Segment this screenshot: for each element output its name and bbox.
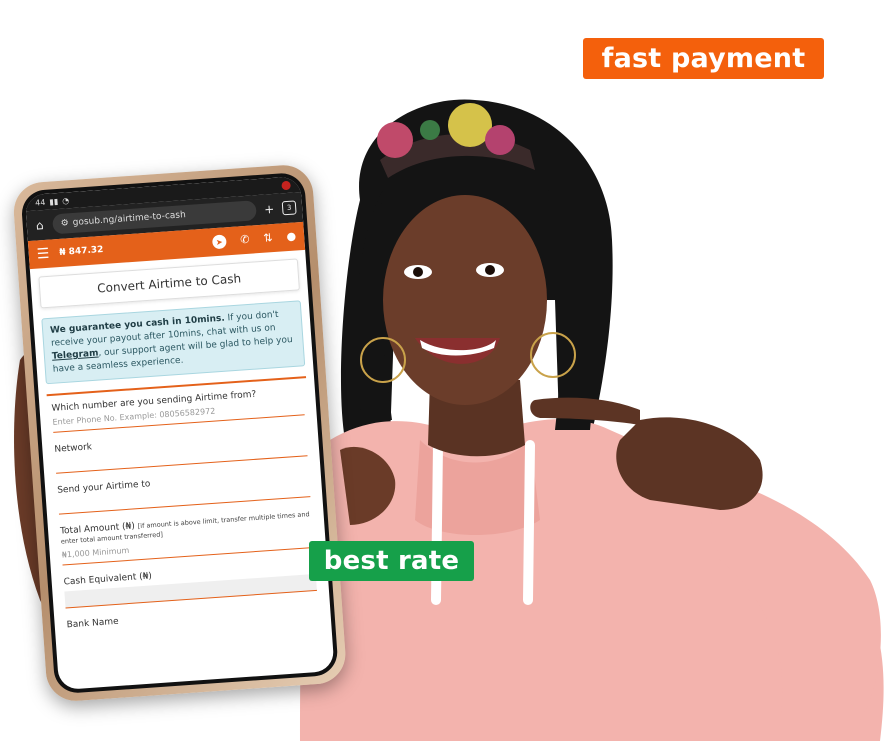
transfer-icon[interactable]: ⇅ [263,231,273,246]
camera-dot [281,180,291,190]
phone-call-icon[interactable]: ✆ [240,233,250,248]
home-icon[interactable]: ⌂ [32,218,47,233]
status-time: 44 [34,197,46,208]
send-to-field: Send your Airtime to [57,468,311,515]
wallet-balance: ₦ 847.32 [58,244,104,259]
page-title: Convert Airtime to Cash [38,258,300,309]
phone-frame: 44 ▮▮ ◔ ⌂ ⚙ gosub.ng/airtime-to-cash + 3 [11,163,348,703]
airtime-form: Which number are you sending Airtime fro… [46,376,323,631]
best-rate-badge: best rate [309,541,474,581]
phone-mockup: 44 ▮▮ ◔ ⌂ ⚙ gosub.ng/airtime-to-cash + 3 [11,161,378,715]
guarantee-notice: We guarantee you cash in 10mins. If you … [41,300,306,385]
network-field: Network [54,427,308,474]
user-icon[interactable]: ● [286,229,297,244]
phone-screen: 44 ▮▮ ◔ ⌂ ⚙ gosub.ng/airtime-to-cash + 3 [24,176,335,691]
hero-scene: fast payment 44 ▮▮ ◔ ⌂ ⚙ gosub.ng/airtim… [0,0,896,741]
amount-field: Total Amount (₦) [if amount is above lim… [60,509,314,566]
bank-name-field: Bank Name [66,603,318,631]
fast-payment-badge: fast payment [583,38,824,79]
hamburger-menu-icon[interactable]: ☰ [36,246,50,263]
tab-switcher-button[interactable]: 3 [281,200,297,216]
cash-equivalent-field: Cash Equivalent (₦) [63,560,317,609]
bank-name-label: Bank Name [66,616,120,631]
new-tab-icon[interactable]: + [262,202,277,217]
telegram-icon[interactable]: ➤ [211,234,227,250]
signal-icon: ▮▮ [49,196,59,207]
url-text: gosub.ng/airtime-to-cash [72,210,187,228]
phone-number-field: Which number are you sending Airtime fro… [51,386,305,433]
site-settings-icon[interactable]: ⚙ [60,218,69,229]
telegram-link[interactable]: Telegram [52,349,99,362]
page-content: Convert Airtime to Cash We guarantee you… [30,250,332,651]
wifi-icon: ◔ [61,195,70,206]
